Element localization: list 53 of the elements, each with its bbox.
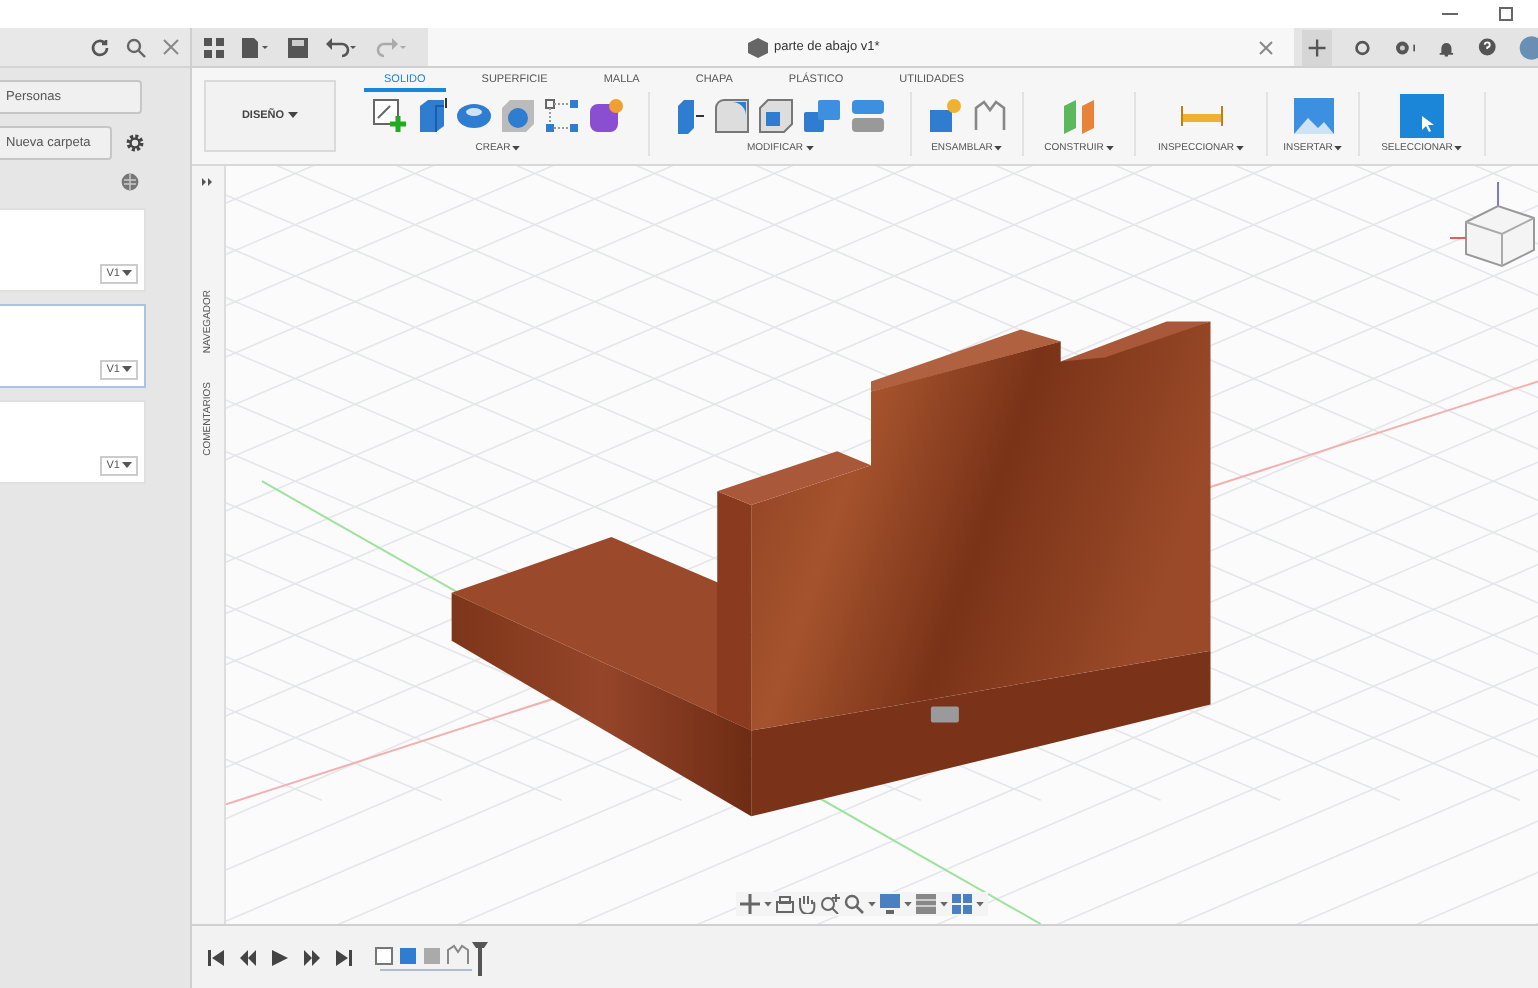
caret-icon (805, 145, 814, 151)
sketch-icon[interactable] (372, 98, 408, 134)
caret-icon (1454, 145, 1463, 151)
image-icon[interactable] (1293, 98, 1333, 134)
help-icon[interactable] (1477, 36, 1496, 58)
viewports-icon[interactable] (952, 894, 972, 914)
monitor-icon[interactable] (880, 894, 900, 914)
caret-icon (122, 366, 132, 374)
caret-icon (288, 112, 299, 120)
combine-icon[interactable] (802, 98, 842, 134)
printer-icon[interactable] (776, 895, 794, 913)
play-icon[interactable] (272, 949, 288, 965)
close-icon[interactable] (162, 38, 180, 56)
caret-icon (1236, 145, 1245, 151)
caret-icon[interactable] (976, 901, 984, 907)
caret-icon[interactable] (764, 901, 772, 907)
expand-icon[interactable] (202, 178, 214, 186)
file-icon[interactable] (242, 37, 270, 57)
caret-icon (1105, 145, 1114, 151)
refresh-icon[interactable] (90, 37, 110, 57)
save-icon[interactable] (288, 37, 308, 57)
avatar-icon[interactable] (1517, 33, 1538, 61)
caret-icon[interactable] (904, 901, 912, 907)
box-icon[interactable] (416, 98, 448, 134)
undo-icon[interactable] (326, 37, 358, 57)
caret-icon (122, 270, 132, 278)
skip-start-icon[interactable] (208, 949, 224, 965)
close-icon[interactable] (1258, 39, 1274, 55)
caret-icon (1334, 145, 1343, 151)
step-forward-icon[interactable] (304, 949, 320, 965)
settings-icon[interactable] (124, 132, 146, 154)
plus-icon[interactable] (1302, 29, 1333, 65)
caret-icon[interactable] (940, 901, 948, 907)
zoom-icon[interactable] (820, 894, 840, 914)
select-icon[interactable] (1400, 94, 1444, 138)
skip-end-icon[interactable] (336, 949, 352, 965)
cube-icon (748, 37, 768, 57)
search-icon[interactable] (844, 894, 864, 914)
form-icon[interactable] (588, 98, 624, 134)
caret-icon[interactable] (868, 901, 876, 907)
ruler-icon[interactable] (1179, 104, 1223, 128)
maximize-icon[interactable] (1498, 6, 1514, 22)
bell-icon[interactable] (1438, 37, 1456, 57)
grid-menu-icon[interactable] (204, 37, 224, 57)
timeline-features-drawing[interactable] (372, 939, 492, 975)
pattern-icon[interactable] (544, 98, 580, 134)
caret-icon (512, 145, 521, 151)
caret-icon (994, 145, 1003, 151)
globe-icon[interactable] (120, 172, 140, 192)
search-icon[interactable] (126, 37, 146, 57)
caret-icon (122, 462, 132, 470)
step-back-icon[interactable] (240, 949, 256, 965)
hand-icon[interactable] (798, 894, 816, 914)
